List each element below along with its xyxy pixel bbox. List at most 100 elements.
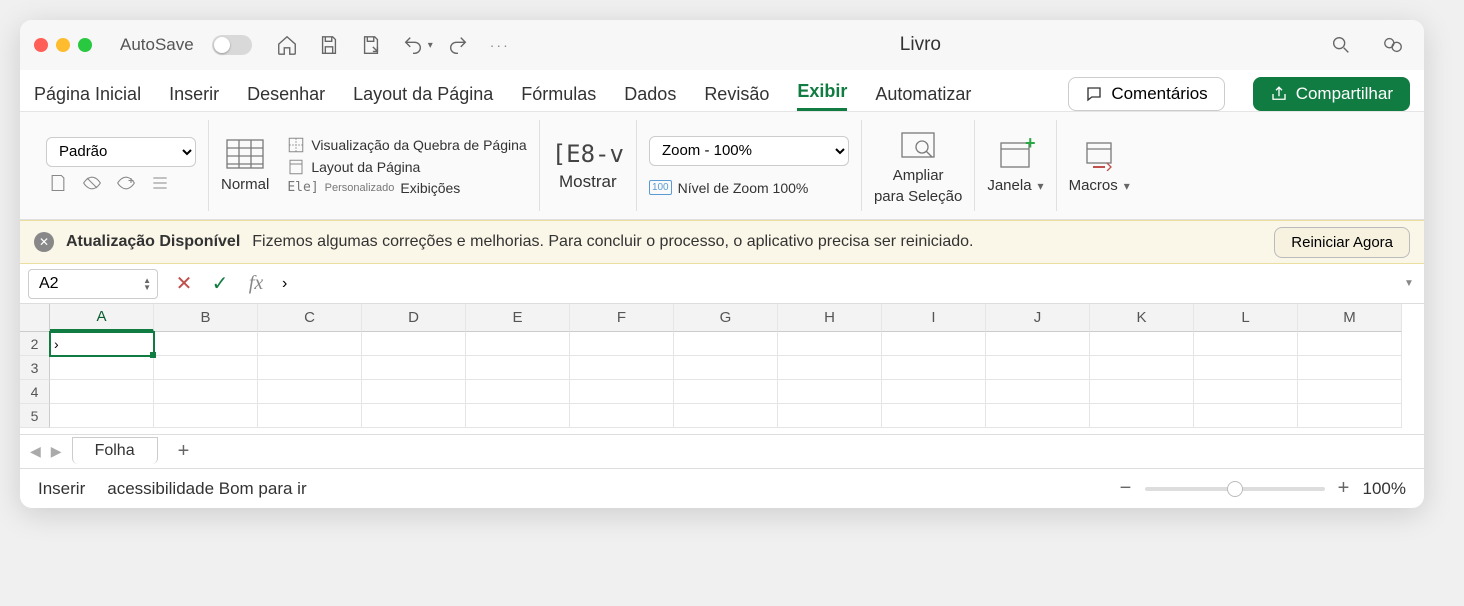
view-options-icon[interactable] [148,171,172,195]
autosave-toggle[interactable] [212,35,252,55]
row-header[interactable]: 5 [20,404,50,428]
cell[interactable] [154,332,258,356]
select-all-corner[interactable] [20,304,50,332]
maximize-button[interactable] [78,38,92,52]
column-header[interactable]: D [362,304,466,332]
cell[interactable] [362,356,466,380]
cell[interactable] [1298,356,1402,380]
cell[interactable] [154,380,258,404]
tab-data[interactable]: Dados [624,78,676,111]
column-header[interactable]: H [778,304,882,332]
tab-draw[interactable]: Desenhar [247,78,325,111]
save-icon[interactable] [316,32,342,58]
cell[interactable] [674,380,778,404]
cell[interactable] [1090,380,1194,404]
expand-formula-bar-icon[interactable]: ▼ [1394,278,1424,289]
column-header[interactable]: G [674,304,778,332]
undo-split-caret[interactable]: ▾ [428,40,433,51]
cell[interactable] [154,356,258,380]
undo-button[interactable]: ▾ [396,32,433,58]
zoom-select[interactable]: Zoom - 100% [649,136,849,166]
exit-view-icon[interactable] [80,171,104,195]
cell[interactable] [778,356,882,380]
cell[interactable] [1298,332,1402,356]
cell[interactable] [1090,404,1194,428]
tab-view[interactable]: Exibir [797,75,847,111]
cell[interactable] [1194,404,1298,428]
column-header[interactable]: B [154,304,258,332]
column-header[interactable]: A [50,304,154,332]
cell[interactable]: › [50,332,154,356]
cell[interactable] [466,332,570,356]
tab-formulas[interactable]: Fórmulas [521,78,596,111]
cell[interactable] [882,332,986,356]
home-icon[interactable] [274,32,300,58]
qat-more-icon[interactable]: ··· [487,32,513,58]
cell[interactable] [1298,404,1402,428]
cell[interactable] [986,404,1090,428]
cancel-icon[interactable]: ✕ [166,271,202,296]
cell[interactable] [466,356,570,380]
cell[interactable] [570,332,674,356]
cell[interactable] [674,332,778,356]
zoom-to-selection-button[interactable]: Ampliar para Seleção [874,127,962,205]
keep-view-icon[interactable] [46,171,70,195]
cell[interactable] [154,404,258,428]
tab-automate[interactable]: Automatizar [875,78,971,111]
cell[interactable] [570,356,674,380]
cell[interactable] [50,404,154,428]
cell[interactable] [258,380,362,404]
tab-home[interactable]: Página Inicial [34,78,141,111]
cell[interactable] [50,380,154,404]
sheet-view-select[interactable]: Padrão [46,137,196,167]
window-button[interactable]: + Janela ▾ [987,137,1043,194]
row-header[interactable]: 3 [20,356,50,380]
macros-button[interactable]: Macros ▾ [1069,137,1130,194]
page-break-preview-button[interactable]: Visualização da Quebra de Página [287,136,526,154]
sheet-tab[interactable]: Folha [72,437,158,464]
cell[interactable] [466,380,570,404]
sheet-next-icon[interactable]: ▶ [51,443,62,460]
add-sheet-button[interactable]: + [168,440,200,463]
cell[interactable] [674,356,778,380]
cell[interactable] [1090,356,1194,380]
share-button[interactable]: Compartilhar [1253,77,1410,111]
zoom-out-button[interactable]: − [1117,477,1135,500]
tab-insert[interactable]: Inserir [169,78,219,111]
cell[interactable] [986,380,1090,404]
cell[interactable] [882,356,986,380]
column-header[interactable]: C [258,304,362,332]
cell[interactable] [778,404,882,428]
column-header[interactable]: L [1194,304,1298,332]
cell[interactable] [882,380,986,404]
tab-page-layout[interactable]: Layout da Página [353,78,493,111]
column-header[interactable]: I [882,304,986,332]
custom-views-button[interactable]: Ele] Personalizado Exibições [287,180,526,196]
cell[interactable] [1090,332,1194,356]
cell[interactable] [882,404,986,428]
cell[interactable] [570,404,674,428]
zoom-slider[interactable] [1145,487,1325,491]
cell[interactable] [466,404,570,428]
cell[interactable] [50,356,154,380]
cell[interactable] [986,356,1090,380]
cell[interactable] [1194,356,1298,380]
formula-input[interactable] [274,275,1394,293]
row-header[interactable]: 2 [20,332,50,356]
cell[interactable] [570,380,674,404]
comments-button[interactable]: Comentários [1068,77,1224,111]
redo-icon[interactable] [445,32,471,58]
close-button[interactable] [34,38,48,52]
search-icon[interactable] [1328,32,1354,58]
cell[interactable] [362,380,466,404]
new-view-icon[interactable] [114,171,138,195]
save-as-icon[interactable] [358,32,384,58]
cell[interactable] [362,332,466,356]
cell[interactable] [258,332,362,356]
restart-now-button[interactable]: Reiniciar Agora [1274,227,1410,258]
cell[interactable] [362,404,466,428]
column-header[interactable]: K [1090,304,1194,332]
name-box[interactable]: A2 ▲▼ [28,269,158,299]
column-header[interactable]: E [466,304,570,332]
cell[interactable] [778,332,882,356]
